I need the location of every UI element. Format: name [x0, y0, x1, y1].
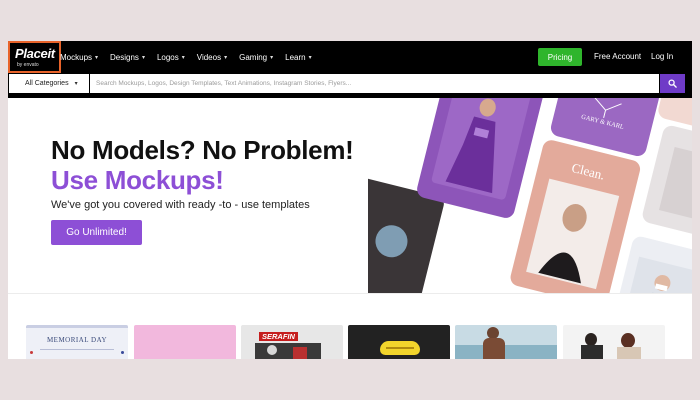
nav-item-videos[interactable]: Videos ▾ [197, 53, 227, 62]
chevron-down-icon: ▾ [95, 54, 99, 61]
search-icon [668, 79, 677, 88]
templates-row: MEMORIAL DAY SERAFIN [8, 294, 692, 359]
logo-subtext: by envato [17, 62, 39, 68]
nav-item-logos[interactable]: Logos ▾ [157, 53, 185, 62]
logo-text: Placeit [15, 46, 55, 61]
category-select-value: All Categories [25, 80, 69, 87]
template-thumbnail-serafin[interactable]: SERAFIN [241, 325, 343, 359]
hero-headline-accent: Use Mockups! [51, 165, 224, 195]
browser-window: Placeit by envato Mockups ▾ Designs ▾ Lo… [8, 41, 692, 359]
chevron-down-icon: ▾ [141, 54, 145, 61]
nav-item-label: Designs [110, 52, 139, 62]
search-bar: All Categories ▾ [8, 73, 692, 98]
chevron-down-icon: ▾ [74, 81, 78, 87]
nav-item-mockups[interactable]: Mockups ▾ [60, 53, 98, 62]
pricing-button[interactable]: Pricing [538, 48, 582, 66]
free-account-link[interactable]: Free Account [594, 52, 641, 61]
chevron-down-icon: ▾ [181, 54, 185, 61]
template-thumbnail-lips[interactable] [348, 325, 450, 359]
chevron-down-icon: ▾ [308, 54, 312, 61]
nav-item-label: Mockups [60, 52, 93, 62]
top-navbar: Placeit by envato Mockups ▾ Designs ▾ Lo… [8, 41, 692, 73]
hero-section: No Models? No Problem! Use Mockups! We'v… [8, 98, 692, 293]
nav-item-label: Gaming [239, 52, 268, 62]
template-thumbnail-beach[interactable] [455, 325, 557, 359]
search-input[interactable] [90, 74, 659, 93]
template-thumbnail-portraits[interactable] [563, 325, 665, 359]
template-thumbnail-label: SERAFIN [259, 332, 298, 341]
nav-item-label: Learn [285, 52, 306, 62]
nav-item-label: Logos [156, 52, 179, 62]
main-nav: Mockups ▾ Designs ▾ Logos ▾ Videos ▾ Gam… [60, 41, 324, 73]
placeit-logo[interactable]: Placeit by envato [8, 41, 61, 73]
template-thumbnail-label: MEMORIAL DAY [46, 336, 108, 344]
template-thumbnail-memorial-day[interactable]: MEMORIAL DAY [26, 325, 128, 359]
nav-item-gaming[interactable]: Gaming ▾ [239, 53, 273, 62]
login-link[interactable]: Log In [651, 52, 673, 61]
hero-headline: No Models? No Problem! [51, 135, 354, 165]
hero-mockup-collage: Clean. GARY & KARL [368, 98, 692, 293]
nav-item-designs[interactable]: Designs ▾ [110, 53, 145, 62]
nav-item-learn[interactable]: Learn ▾ [285, 53, 311, 62]
chevron-down-icon: ▾ [224, 54, 228, 61]
nav-item-label: Videos [196, 52, 222, 62]
template-thumbnail-pink[interactable] [134, 325, 236, 359]
category-select[interactable]: All Categories ▾ [9, 74, 89, 93]
hero-subtext: We've got you covered with ready -to - u… [51, 199, 310, 211]
chevron-down-icon: ▾ [270, 54, 274, 61]
go-unlimited-button[interactable]: Go Unlimited! [51, 220, 142, 245]
search-button[interactable] [660, 74, 685, 93]
